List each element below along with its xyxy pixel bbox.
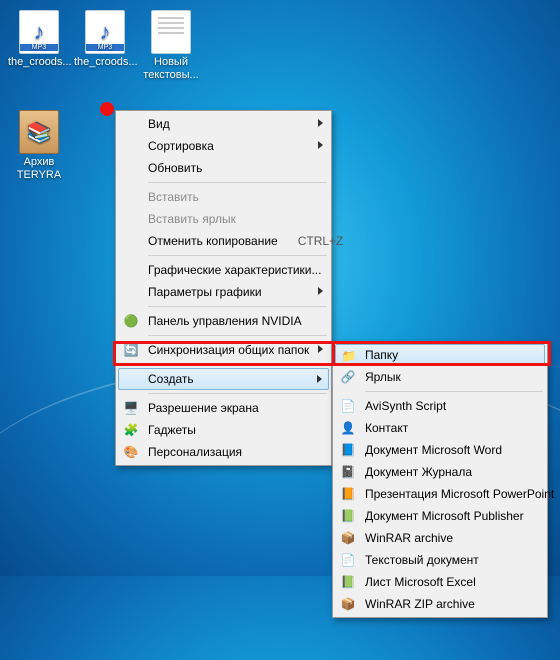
menu-item-label: Документ Журнала: [365, 465, 472, 479]
menu-item-icon: 📗: [339, 507, 357, 525]
chevron-right-icon: [318, 141, 323, 149]
menu-separator: [365, 391, 543, 392]
menu-item-label: Создать: [148, 372, 194, 386]
menu-separator: [148, 182, 327, 183]
new-item-8[interactable]: 📗 Документ Microsoft Publisher: [335, 505, 545, 527]
menu-item-icon: 📙: [339, 485, 357, 503]
ctx-item-1[interactable]: Сортировка: [118, 135, 329, 157]
icon-label: Архив TERYRA: [8, 156, 70, 181]
menu-item-label: Вставить: [148, 190, 199, 204]
menu-item-label: Документ Microsoft Publisher: [365, 509, 524, 523]
menu-item-icon: 📄: [339, 551, 357, 569]
menu-item-icon: 🟢: [122, 312, 140, 330]
mp3-icon: [19, 10, 59, 54]
new-item-9[interactable]: 📦 WinRAR archive: [335, 527, 545, 549]
menu-item-icon: 👤: [339, 419, 357, 437]
menu-item-icon: 🔗: [339, 368, 357, 386]
menu-separator: [148, 255, 327, 256]
chevron-right-icon: [318, 345, 323, 353]
red-marker-dot: [100, 102, 114, 116]
menu-item-label: Ярлык: [365, 370, 401, 384]
menu-item-icon: 🎨: [122, 443, 140, 461]
menu-item-label: Графические характеристики...: [148, 263, 321, 277]
new-item-5[interactable]: 📘 Документ Microsoft Word: [335, 439, 545, 461]
menu-item-icon: 📓: [339, 463, 357, 481]
menu-separator: [148, 393, 327, 394]
menu-item-label: Гаджеты: [148, 423, 196, 437]
ctx-item-15[interactable]: Создать: [118, 368, 329, 390]
new-item-6[interactable]: 📓 Документ Журнала: [335, 461, 545, 483]
ctx-item-11[interactable]: 🟢 Панель управления NVIDIA: [118, 310, 329, 332]
new-item-10[interactable]: 📄 Текстовый документ: [335, 549, 545, 571]
icon-label: the_croods...: [8, 56, 70, 69]
mp3-icon: [85, 10, 125, 54]
txt-icon: [151, 10, 191, 54]
ctx-item-8[interactable]: Графические характеристики...: [118, 259, 329, 281]
ctx-item-18[interactable]: 🧩 Гаджеты: [118, 419, 329, 441]
menu-separator: [148, 306, 327, 307]
file-the-croods-2[interactable]: the_croods...: [74, 10, 136, 69]
menu-item-label: Текстовый документ: [365, 553, 479, 567]
ctx-item-2[interactable]: Обновить: [118, 157, 329, 179]
menu-item-label: Вставить ярлык: [148, 212, 236, 226]
menu-item-icon: 📄: [339, 397, 357, 415]
menu-item-label: Лист Microsoft Excel: [365, 575, 476, 589]
menu-item-icon: 🧩: [122, 421, 140, 439]
menu-item-label: WinRAR ZIP archive: [365, 597, 475, 611]
menu-separator: [148, 335, 327, 336]
desktop-context-menu[interactable]: Вид Сортировка Обновить Вставить Вставить яр…: [115, 110, 332, 466]
menu-item-icon: 📁: [340, 347, 358, 365]
menu-item-icon: 🔄: [122, 341, 140, 359]
menu-separator: [148, 364, 327, 365]
icon-label: Новый текстовы...: [140, 56, 202, 81]
menu-item-label: Документ Microsoft Word: [365, 443, 502, 457]
new-item-7[interactable]: 📙Презентация Microsoft PowerPoint: [335, 483, 545, 505]
menu-item-label: Разрешение экрана: [148, 401, 259, 415]
ctx-item-19[interactable]: 🎨 Персонализация: [118, 441, 329, 463]
ctx-item-6[interactable]: Отменить копированиеCTRL+Z: [118, 230, 329, 252]
file-archive-teryra[interactable]: Архив TERYRA: [8, 110, 70, 181]
new-item-3[interactable]: 📄 AviSynth Script: [335, 395, 545, 417]
new-item-4[interactable]: 👤 Контакт: [335, 417, 545, 439]
menu-item-label: Синхронизация общих папок: [148, 343, 309, 357]
menu-item-icon: 🖥️: [122, 399, 140, 417]
rar-icon: [19, 110, 59, 154]
menu-item-icon: 📘: [339, 441, 357, 459]
menu-item-icon: 📦: [339, 595, 357, 613]
chevron-right-icon: [318, 287, 323, 295]
menu-item-label: Обновить: [148, 161, 202, 175]
file-new-text[interactable]: Новый текстовы...: [140, 10, 202, 81]
new-item-0[interactable]: 📁 Папку: [335, 344, 545, 366]
ctx-item-17[interactable]: 🖥️ Разрешение экрана: [118, 397, 329, 419]
new-item-11[interactable]: 📗Лист Microsoft Excel: [335, 571, 545, 593]
menu-item-label: Вид: [148, 117, 170, 131]
ctx-item-0[interactable]: Вид: [118, 113, 329, 135]
menu-item-label: Панель управления NVIDIA: [148, 314, 302, 328]
menu-item-label: Контакт: [365, 421, 408, 435]
menu-item-label: Сортировка: [148, 139, 214, 153]
menu-item-label: AviSynth Script: [365, 399, 446, 413]
menu-item-label: Папку: [365, 348, 398, 362]
new-item-1[interactable]: 🔗 Ярлык: [335, 366, 545, 388]
menu-item-icon: 📦: [339, 529, 357, 547]
menu-item-label: Персонализация: [148, 445, 242, 459]
menu-item-label: Презентация Microsoft PowerPoint: [365, 487, 554, 501]
menu-item-label: Параметры графики: [148, 285, 262, 299]
menu-item-shortcut: CTRL+Z: [278, 234, 344, 248]
new-item-12[interactable]: 📦 WinRAR ZIP archive: [335, 593, 545, 615]
file-the-croods-1[interactable]: the_croods...: [8, 10, 70, 69]
chevron-right-icon: [318, 119, 323, 127]
create-new-submenu[interactable]: 📁 Папку 🔗 Ярлык 📄 AviSynth Script 👤 Контакт 📘 Док…: [332, 341, 548, 618]
ctx-item-9[interactable]: Параметры графики: [118, 281, 329, 303]
chevron-right-icon: [317, 375, 322, 383]
ctx-item-4: Вставить: [118, 186, 329, 208]
menu-item-label: Отменить копирование: [148, 234, 278, 248]
icon-label: the_croods...: [74, 56, 136, 69]
menu-item-label: WinRAR archive: [365, 531, 453, 545]
ctx-item-5: Вставить ярлык: [118, 208, 329, 230]
ctx-item-13[interactable]: 🔄 Синхронизация общих папок: [118, 339, 329, 361]
